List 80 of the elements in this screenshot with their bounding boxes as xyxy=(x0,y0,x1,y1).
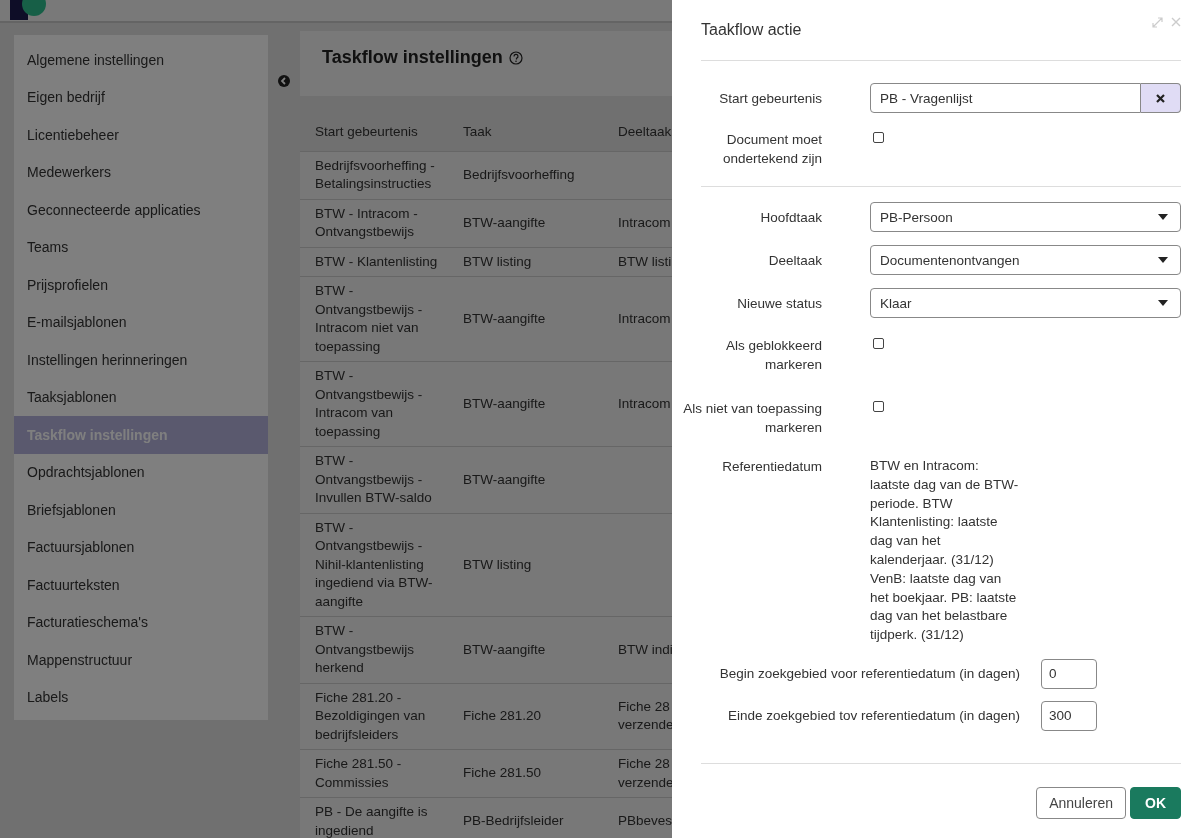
column-header: Taak xyxy=(462,123,493,141)
table-cell-text: BTW listing xyxy=(462,555,533,574)
field-label: Einde zoekgebied tov referentiedatum (in dagen) xyxy=(728,708,1020,724)
sidebar-item[interactable]: Mappenstructuur xyxy=(14,641,268,679)
table-cell-text: BTW-aangifte xyxy=(462,394,547,413)
number-field[interactable]: 300 xyxy=(1041,700,1097,731)
clear-button[interactable] xyxy=(1141,83,1181,113)
field-label: Document moet ondertekend zijn xyxy=(721,131,822,168)
sidebar-item[interactable]: E-mailsjablonen xyxy=(14,303,268,341)
page-title: Taskflow instellingen xyxy=(322,47,503,68)
select-field[interactable]: Documentenontvangen xyxy=(870,245,1181,275)
sidebar-item[interactable]: Geconnecteerde applicaties xyxy=(14,191,268,229)
checkbox[interactable] xyxy=(873,401,884,412)
table-cell-text: BTW indi xyxy=(617,640,672,659)
sidebar-item[interactable]: Licentiebeheer xyxy=(14,116,268,154)
sidebar-item[interactable]: Algemene instellingen xyxy=(14,41,268,79)
table-cell-text: Bedrijfsvoorheffing xyxy=(462,165,576,184)
table-cell-text: BTW - Intracom - Ontvangstbewijs xyxy=(314,204,419,241)
cancel-button[interactable]: Annuleren xyxy=(1036,786,1126,819)
field-label: Deeltaak xyxy=(767,252,822,270)
sidebar-item[interactable]: Factuursjablonen xyxy=(14,528,268,566)
sidebar-item[interactable]: Medewerkers xyxy=(14,153,268,191)
caret-icon xyxy=(1158,214,1168,220)
logo-icon xyxy=(10,0,46,20)
table-cell-text: BTW - Ontvangstbewijs - Nihil-klantenlisting ingediend via BTW-aangifte xyxy=(314,518,434,611)
field-label: Als geblokkeerd markeren xyxy=(724,337,822,374)
start-event-field[interactable]: PB - Vragenlijst xyxy=(870,83,1141,113)
table-cell-text: BTW - Ontvangstbewijs - Invullen BTW-saldo xyxy=(314,452,433,507)
sidebar-item[interactable]: Teams xyxy=(14,228,268,266)
field-label: Start gebeurtenis xyxy=(718,90,822,108)
collapse-icon[interactable] xyxy=(278,75,290,87)
table-cell-text: Intracom xyxy=(617,394,672,413)
table-cell-text: PBbeves xyxy=(617,812,672,831)
table-cell-text: BTW listi xyxy=(617,252,672,271)
column-header: Deeltaak xyxy=(617,123,672,141)
sidebar-item[interactable]: Opdrachtsjablonen xyxy=(14,453,268,491)
table-cell-text: PB-Bedrijfsleider xyxy=(462,812,565,831)
reference-description: BTW en Intracom: laatste dag van de BTW-periode. BTW Klantenlisting: laatste dag van het kalenderjaar. (31/12) VenB: laatste dag van het boekjaar. PB: laatste dag van het belastbare tijdperk. (31/12) xyxy=(870,457,1020,645)
table-cell-text: Fiche 281.50 xyxy=(462,764,543,783)
checkbox[interactable] xyxy=(873,338,884,349)
field-label: Hoofdtaak xyxy=(759,209,822,227)
table-cell-text: BTW - Ontvangstbewijs herkend xyxy=(314,622,416,677)
table-cell-text: Fiche 281.20 xyxy=(462,707,543,725)
table-cell-text: Bedrijfsvoorheffing - Betalingsinstructies xyxy=(314,156,436,193)
sidebar-item[interactable]: Briefsjablonen xyxy=(14,491,268,529)
table-cell-text: BTW-aangifte xyxy=(462,213,547,232)
table-cell-text: BTW listing xyxy=(462,252,533,271)
dialog-title: Taakflow actie xyxy=(701,21,802,39)
ok-button[interactable]: OK xyxy=(1130,786,1181,819)
table-cell-text: Intracom xyxy=(617,309,672,328)
sidebar-item[interactable]: Facturatieschema's xyxy=(14,603,268,641)
sidebar-item[interactable]: Labels xyxy=(14,678,268,716)
table-cell-text: Intracom xyxy=(617,213,672,232)
table-cell-text: Fiche 281.50 - Commissies xyxy=(314,755,403,792)
column-header: Start gebeurtenis xyxy=(314,123,419,141)
caret-icon xyxy=(1158,257,1168,263)
sidebar-item[interactable]: Taaksjablonen xyxy=(14,378,268,416)
field-label: Nieuwe status xyxy=(736,295,822,313)
sidebar-item[interactable]: Instellingen herinneringen xyxy=(14,341,268,379)
select-field[interactable]: Klaar xyxy=(870,288,1181,318)
table-cell-text: PB - De aangifte is ingediend xyxy=(314,803,429,838)
table-cell-text: BTW - Ontvangstbewijs - Intracom van toepassing xyxy=(314,367,424,441)
number-field[interactable]: 0 xyxy=(1041,658,1097,689)
field-label: Referentiedatum xyxy=(721,458,822,476)
checkbox[interactable] xyxy=(873,132,884,143)
table-cell-text: BTW - Klantenlisting xyxy=(314,252,439,271)
table-cell-text: BTW-aangifte xyxy=(462,640,547,659)
sidebar-item[interactable]: Eigen bedrijf xyxy=(14,78,268,116)
table-cell-text: Fiche 281.20 - Bezoldigingen van bedrijfsleiders xyxy=(314,688,427,744)
table-cell-text: BTW-aangifte xyxy=(462,309,547,328)
close-icon xyxy=(1156,93,1165,103)
table-cell-text: BTW-aangifte xyxy=(462,470,547,489)
table-cell-text: BTW - Ontvangstbewijs - Intracom niet van toepassing xyxy=(314,282,424,356)
caret-icon xyxy=(1158,300,1168,306)
sidebar-item[interactable]: Factuurteksten xyxy=(14,566,268,604)
sidebar-item[interactable]: Prijsprofielen xyxy=(14,266,268,304)
select-field[interactable]: PB-Persoon xyxy=(870,202,1181,232)
help-icon[interactable] xyxy=(508,50,523,65)
field-label: Begin zoekgebied voor referentiedatum (in dagen) xyxy=(719,666,1020,682)
field-label: Als niet van toepassing markeren xyxy=(682,400,822,437)
